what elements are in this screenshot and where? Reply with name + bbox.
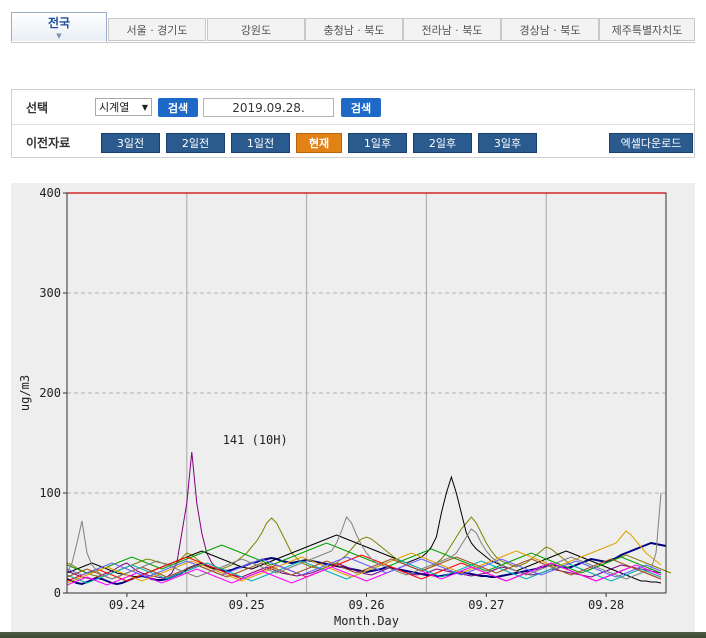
- y-axis-label: ug/m3: [18, 375, 32, 411]
- tab-label: 강원도: [240, 23, 272, 37]
- tab-jeolla[interactable]: 전라남 · 북도: [403, 18, 501, 41]
- y-tick-label: 400: [39, 186, 61, 200]
- tab-label: 경상남 · 북도: [519, 23, 581, 37]
- time-series-chart: 0100200300400 09.24 09.25 09.26 09.27 09.28 …: [18, 186, 672, 628]
- mode-select[interactable]: 시계열 ▼: [95, 98, 152, 116]
- panel-divider: [12, 124, 694, 125]
- tab-divider: [11, 42, 695, 43]
- select-label: 선택: [26, 101, 49, 115]
- y-axis-ticks: 0 100 200 300 400: [39, 186, 67, 600]
- search-button[interactable]: 검색: [158, 98, 198, 117]
- y-tick-label: 200: [39, 386, 61, 400]
- tab-gangwon[interactable]: 강원도: [207, 18, 305, 41]
- chart-grid: [67, 193, 666, 593]
- day-button-current[interactable]: 현재: [296, 133, 342, 153]
- x-axis-label: Month.Day: [334, 614, 399, 628]
- day-button-1-after[interactable]: 1일후: [348, 133, 407, 153]
- day-button-2-before[interactable]: 2일전: [166, 133, 225, 153]
- x-tick-label: 09.27: [468, 598, 504, 612]
- peak-annotation: 141 (10H): [223, 433, 288, 447]
- tab-label: 전라남 · 북도: [421, 23, 483, 37]
- filter-panel: 선택 시계열 ▼ 검색 2019.09.28. 검색 이전자료 3일전 2일전 …: [11, 89, 695, 158]
- tab-chungcheong[interactable]: 충청남 · 북도: [305, 18, 403, 41]
- x-axis-ticks: 09.24 09.25 09.26 09.27 09.28: [109, 593, 624, 612]
- y-tick-label: 0: [54, 586, 61, 600]
- y-tick-label: 100: [39, 486, 61, 500]
- day-button-3-after[interactable]: 3일후: [478, 133, 537, 153]
- tab-nationwide[interactable]: 전국 ▼: [11, 12, 107, 42]
- x-tick-label: 09.25: [229, 598, 265, 612]
- day-button-3-before[interactable]: 3일전: [101, 133, 160, 153]
- tab-label: 서울 · 경기도: [126, 23, 188, 37]
- tab-label: 전국: [47, 16, 71, 30]
- tab-jeju[interactable]: 제주특별자치도: [599, 18, 695, 41]
- chevron-down-icon: ▼: [56, 32, 62, 40]
- tab-seoul-gyeonggi[interactable]: 서울 · 경기도: [108, 18, 206, 41]
- x-tick-label: 09.24: [109, 598, 145, 612]
- previous-data-label: 이전자료: [26, 136, 71, 150]
- day-button-1-before[interactable]: 1일전: [231, 133, 290, 153]
- x-tick-label: 09.26: [348, 598, 384, 612]
- region-tabs: 전국 ▼ 서울 · 경기도 강원도 충청남 · 북도 전라남 · 북도 경상남 …: [11, 12, 695, 42]
- x-tick-label: 09.28: [588, 598, 624, 612]
- day-button-2-after[interactable]: 2일후: [413, 133, 472, 153]
- bottom-strip: [0, 632, 706, 638]
- tab-label: 제주특별자치도: [611, 23, 683, 37]
- plot-background: [67, 193, 666, 593]
- tab-gyeongsang[interactable]: 경상남 · 북도: [501, 18, 599, 41]
- mode-select-value: 시계열: [99, 101, 130, 114]
- date-search-button[interactable]: 검색: [341, 98, 381, 117]
- y-tick-label: 300: [39, 286, 61, 300]
- chevron-down-icon: ▼: [141, 102, 148, 112]
- tab-label: 충청남 · 북도: [323, 23, 385, 37]
- excel-download-button[interactable]: 엑셀다운로드: [609, 133, 693, 153]
- chart-container: 0 100 200 300 400 09.24 09.25 09.26 09.27 09.28 …: [11, 183, 695, 635]
- date-input[interactable]: 2019.09.28.: [203, 98, 334, 117]
